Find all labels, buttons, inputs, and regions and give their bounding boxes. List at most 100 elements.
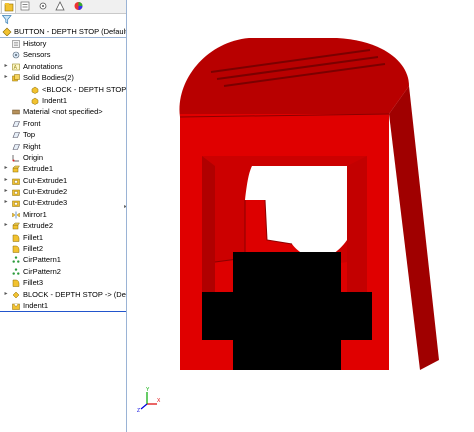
origin-icon xyxy=(12,154,20,162)
expand-arrow-icon[interactable]: ▸ xyxy=(3,220,9,231)
tree-item-label: Top xyxy=(23,130,36,140)
tree-item-label: Solid Bodies(2) xyxy=(23,73,74,83)
tree-item[interactable]: CirPattern1 xyxy=(0,254,126,265)
window-inner-left xyxy=(202,156,215,292)
tree-item[interactable]: ▸ BLOCK - DEPTH STOP -> (Default) xyxy=(0,289,126,300)
tree-item[interactable]: Origin xyxy=(0,152,126,163)
tree-item[interactable]: ▸ Cut-Extrude1 xyxy=(0,175,126,186)
tree-item-label: Annotations xyxy=(23,61,63,71)
material-icon xyxy=(12,108,20,116)
extrude-icon xyxy=(12,165,20,173)
plane-icon xyxy=(12,131,20,139)
tree-item-label: Indent1 xyxy=(42,95,68,105)
tree-item-label: Sensors xyxy=(23,50,51,60)
tree-item[interactable]: Top xyxy=(0,129,126,140)
tree-item[interactable]: Right xyxy=(0,141,126,152)
body-icon xyxy=(31,97,39,105)
triad-x-label: X xyxy=(157,398,161,404)
dimxpert-icon xyxy=(55,1,65,11)
fillet-icon xyxy=(12,234,20,242)
expand-arrow-icon[interactable]: ▸ xyxy=(3,72,9,83)
tree-item[interactable]: ▸ Extrude2 xyxy=(0,220,126,231)
fillet-icon xyxy=(12,279,20,287)
part-top-face xyxy=(179,38,409,117)
tree-item[interactable]: Front xyxy=(0,118,126,129)
tab-configuration-manager[interactable] xyxy=(36,0,51,13)
tree-item[interactable]: Material <not specified> xyxy=(0,106,126,117)
feature-manager-panel: BUTTON - DEPTH STOP (Default<<Defa Histo… xyxy=(0,0,127,432)
configuration-manager-icon xyxy=(39,2,47,10)
cut-extrude-icon xyxy=(12,188,20,196)
expand-arrow-icon[interactable]: ▸ xyxy=(3,197,9,208)
tab-feature-manager[interactable] xyxy=(1,0,16,13)
tree-item-label: History xyxy=(23,39,47,48)
tree-item-label: Extrude2 xyxy=(23,221,54,231)
tree-item[interactable]: ▸ Solid Bodies(2) xyxy=(0,72,126,83)
tree-item[interactable]: Indent1 xyxy=(0,95,126,106)
cut-extrude-icon xyxy=(12,177,20,185)
annotations-icon: A xyxy=(12,63,20,71)
part-icon xyxy=(2,27,12,36)
tree-item[interactable]: <BLOCK - DEPTH STOP>-<M10 xyxy=(0,84,126,95)
filter-icon[interactable] xyxy=(2,15,12,24)
mirror-icon xyxy=(12,211,20,219)
tree-item-label: Cut-Extrude3 xyxy=(23,198,68,208)
tree-item-label: CirPattern1 xyxy=(23,255,61,265)
solid-bodies-icon xyxy=(12,74,20,82)
expand-arrow-icon[interactable]: ▸ xyxy=(3,289,9,300)
tree-item[interactable]: Fillet3 xyxy=(0,277,126,288)
property-manager-icon xyxy=(20,1,30,11)
tree-item[interactable]: Fillet1 xyxy=(0,232,126,243)
fillet-icon xyxy=(12,245,20,253)
expand-arrow-icon[interactable]: ▸ xyxy=(3,61,9,72)
expand-arrow-icon[interactable]: ▸ xyxy=(3,175,9,186)
pattern-icon xyxy=(12,256,20,264)
part-root[interactable]: BUTTON - DEPTH STOP (Default<<Defa xyxy=(0,26,126,39)
tree-item-label: Extrude1 xyxy=(23,164,54,174)
tree-item-label: Material <not specified> xyxy=(23,107,103,117)
expand-arrow-icon[interactable]: ▸ xyxy=(3,163,9,174)
tree-item[interactable]: History xyxy=(0,38,126,49)
tree-item[interactable]: ▸ Cut-Extrude3 xyxy=(0,197,126,208)
rollback-bar[interactable] xyxy=(0,311,126,312)
body-icon xyxy=(31,86,39,94)
tree-item-label: Mirror1 xyxy=(23,209,47,219)
tree-item-label: Origin xyxy=(23,152,44,162)
triad-z-label: Z xyxy=(137,408,140,414)
expand-arrow-icon[interactable]: ▸ xyxy=(3,186,9,197)
tree-item[interactable]: Fillet2 xyxy=(0,243,126,254)
indent-icon xyxy=(12,302,20,310)
window-inner-right xyxy=(347,156,367,292)
panel-tabs xyxy=(0,0,126,14)
tree-item-label: Indent1 xyxy=(23,300,49,310)
tree-item-label: BLOCK - DEPTH STOP -> (Default) xyxy=(23,289,127,299)
tree-item[interactable]: Indent1 xyxy=(0,300,126,311)
tree-item-label: Right xyxy=(23,141,41,151)
graphics-viewport[interactable]: Y X Z xyxy=(127,0,474,432)
tree-item-label: Fillet3 xyxy=(23,278,44,288)
tree-item-label: <BLOCK - DEPTH STOP>-<M10 xyxy=(42,84,127,94)
triad-y-label: Y xyxy=(146,387,150,393)
tree-item[interactable]: ▸ Extrude1 xyxy=(0,163,126,174)
tree-item-label: Cut-Extrude2 xyxy=(23,187,68,197)
tab-property-manager[interactable] xyxy=(18,0,33,13)
tree-item[interactable]: ▸ A Annotations xyxy=(0,61,126,72)
tree-item-label: Cut-Extrude1 xyxy=(23,175,68,185)
feature-manager-icon xyxy=(4,3,14,12)
tree-item[interactable]: Sensors xyxy=(0,49,126,60)
tab-display-manager[interactable] xyxy=(71,0,86,13)
coordinate-triad: Y X Z xyxy=(137,387,161,414)
cut-extrude-icon xyxy=(12,199,20,208)
tree-item-label: Fillet1 xyxy=(23,232,44,242)
tree-item-label: Fillet2 xyxy=(23,244,44,254)
tree-item[interactable]: ▸ Cut-Extrude2 xyxy=(0,186,126,197)
tab-dimxpert-manager[interactable] xyxy=(53,0,68,13)
part-icon xyxy=(12,291,20,299)
plane-icon xyxy=(12,143,20,151)
history-icon xyxy=(12,40,20,48)
sensors-icon xyxy=(12,51,20,59)
tree-item[interactable]: CirPattern2 xyxy=(0,266,126,277)
pattern-icon xyxy=(12,268,20,276)
tree-item[interactable]: Mirror1 xyxy=(0,209,126,220)
tree-item-label: CirPattern2 xyxy=(23,266,61,276)
